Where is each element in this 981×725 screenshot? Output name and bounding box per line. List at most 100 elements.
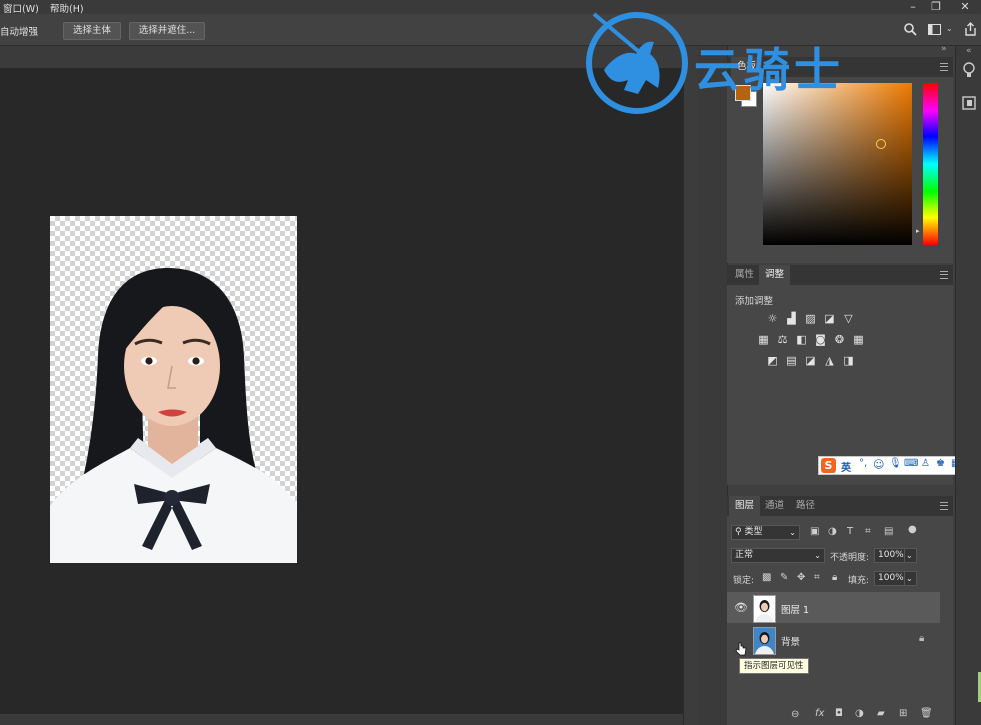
posterize-icon[interactable]: ▤ [785,355,798,366]
filter-adjustment-icon[interactable]: ◑ [828,526,837,537]
opacity-input[interactable]: 100% [874,548,906,563]
black-white-icon[interactable]: ◧ [795,334,808,345]
photo-filter-icon[interactable]: ◙ [814,334,827,345]
document-image[interactable] [50,216,297,563]
layer-name[interactable]: 图层 1 [781,602,809,616]
vibrance-icon[interactable]: ▽ [842,313,855,324]
eye-icon[interactable]: 👁︎ [734,601,748,614]
lock-icon: 🔒︎ [919,633,925,644]
filter-toggle-icon[interactable]: ● [908,524,917,535]
lock-position-icon[interactable]: ✥ [797,572,805,583]
knight-logo-icon [586,12,688,114]
gradient-map-icon[interactable]: ◨ [842,355,855,366]
layer-filter-select[interactable]: ⚲ 类型 ⌄ [731,525,800,540]
blend-mode-value: 正常 [735,550,754,560]
layer-thumbnail [753,595,776,623]
share-icon[interactable] [964,22,977,36]
fill-input[interactable]: 100% [874,571,906,586]
layer-row[interactable]: 👁︎ 图层 1 [727,592,940,623]
opacity-dropdown[interactable]: ⌄ [904,548,917,563]
tab-paths[interactable]: 路径 [790,496,821,516]
lock-all-icon[interactable]: 🔒︎ [832,572,837,583]
color-balance-icon[interactable]: ⚖ [776,334,789,345]
add-mask-icon[interactable]: ◘ [835,708,843,719]
layer-thumbnail [753,627,776,655]
filter-shape-icon[interactable]: ⌗ [865,526,871,537]
threshold-icon[interactable]: ◪ [804,355,817,366]
tab-properties[interactable]: 属性 [729,265,760,285]
fill-label: 填充: [848,576,870,586]
new-adjustment-layer-icon[interactable]: ◑ [855,708,864,719]
ime-voice-icon[interactable]: 🎙︎ [889,458,902,469]
menu-help[interactable]: 帮助(H) [50,1,84,15]
filter-type-icon[interactable]: T [847,526,853,537]
lock-transparent-icon[interactable]: ▩ [762,572,771,583]
ime-punctuation-icon[interactable]: °, [859,458,867,469]
menu-window[interactable]: 窗口(W) [3,1,39,15]
color-lookup-icon[interactable]: ▦ [852,334,865,345]
ime-skin-icon[interactable]: ♚ [936,458,945,469]
hand-cursor-icon [735,642,747,656]
close-icon[interactable]: ✕ [954,0,976,14]
tab-layers[interactable]: 图层 [729,496,761,516]
ime-user-icon[interactable]: ♙ [921,458,930,469]
vertical-scrollbar[interactable] [683,46,698,725]
lock-label: 锁定: [733,576,755,586]
sogou-logo-icon[interactable]: S [821,458,836,473]
document-tab-strip [0,46,683,68]
status-bar [0,714,683,725]
chevron-down-icon: ⌄ [814,551,821,560]
collapse-icon[interactable]: « [966,46,972,56]
hue-saturation-icon[interactable]: ▦ [757,334,770,345]
adjustments-panel: 添加调整 ☼ ▟ ▨ ◪ ▽ ▦ ⚖ ◧ ◙ ❂ ▦ ◩ ▤ ◪ ◮ ◨ [727,285,953,485]
auto-enhance-label[interactable]: 自动增强 [0,24,38,38]
layer-row[interactable]: 背景 🔒︎ [727,624,940,655]
watermark-logo: 云骑士 [584,4,944,114]
hue-slider-handle[interactable]: ▸ [916,227,920,235]
new-layer-icon[interactable]: ⊞ [899,708,907,719]
blend-mode-select[interactable]: 正常 ⌄ [731,548,825,563]
ime-language-toggle[interactable]: 英 [841,459,851,474]
layer-name[interactable]: 背景 [781,634,800,648]
fill-dropdown[interactable]: ⌄ [904,571,917,586]
invert-icon[interactable]: ◩ [766,355,779,366]
filter-smartobject-icon[interactable]: ▤ [884,526,893,537]
lightbulb-icon[interactable] [962,62,976,78]
brightness-icon[interactable]: ☼ [766,313,779,324]
panel-collapsed-column [698,46,728,725]
exposure-icon[interactable]: ◪ [823,313,836,324]
lock-image-icon[interactable]: ✎ [780,572,788,583]
layer-style-icon[interactable]: fx [815,708,824,719]
libraries-icon[interactable] [962,96,976,110]
selective-color-icon[interactable]: ◮ [823,355,836,366]
panel-menu-icon[interactable] [940,271,948,279]
select-and-mask-button[interactable]: 选择并遮住... [129,22,205,40]
layers-panel-header: 图层 通道 路径 [727,496,953,516]
ime-toolbar[interactable]: S 英 °, ☺ 🎙︎ ⌨ ♙ ♚ ▦ [818,456,966,475]
delete-layer-icon[interactable]: 🗑︎ [920,708,933,719]
lock-artboard-icon[interactable]: ⌗ [814,572,820,583]
portrait-image [50,268,297,563]
select-subject-button[interactable]: 选择主体 [63,22,121,40]
link-layers-icon[interactable]: ⊖ [791,709,799,720]
levels-icon[interactable]: ▟ [785,313,798,324]
layer-filter-value: 类型 [744,527,763,537]
panel-menu-icon[interactable] [940,502,948,510]
tooltip: 指示图层可见性 [739,658,809,674]
right-toolbar: « [955,46,981,725]
new-group-icon[interactable]: ▰ [877,708,885,719]
filter-pixel-icon[interactable]: ▣ [810,526,819,537]
tab-channels[interactable]: 通道 [759,496,790,516]
watermark-text: 云骑士 [694,43,844,97]
chevron-down-icon[interactable]: ⌄ [946,24,953,33]
adjustments-panel-header: 属性 调整 [727,265,953,285]
color-picker-cursor[interactable] [876,139,886,149]
channel-mixer-icon[interactable]: ❂ [833,334,846,345]
tab-adjustments[interactable]: 调整 [759,265,791,285]
ime-emoji-icon[interactable]: ☺ [873,458,884,471]
add-adjustment-label: 添加调整 [735,296,774,307]
chevron-down-icon: ⌄ [789,528,796,537]
opacity-label: 不透明度: [830,553,870,563]
curves-icon[interactable]: ▨ [804,313,817,324]
ime-keyboard-icon[interactable]: ⌨ [904,458,918,469]
